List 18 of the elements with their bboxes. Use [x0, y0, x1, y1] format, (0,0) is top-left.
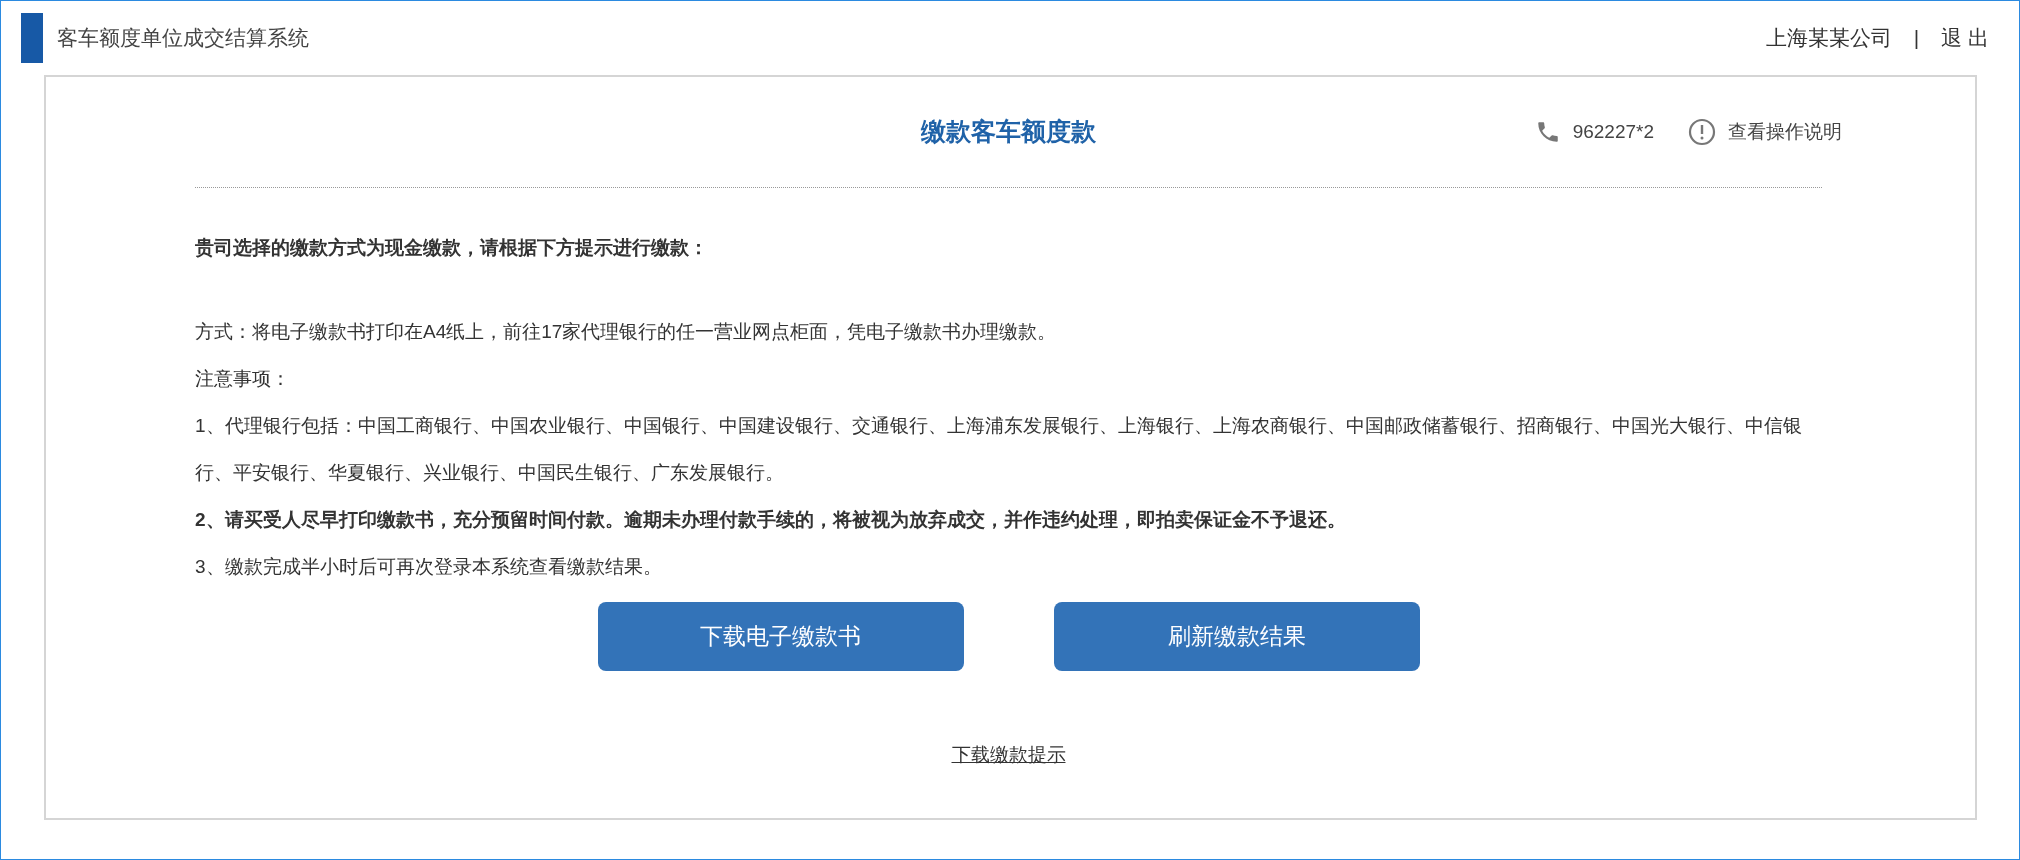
download-payment-slip-button[interactable]: 下载电子缴款书	[597, 601, 964, 671]
payment-method-heading: 贵司选择的缴款方式为现金缴款，请根据下方提示进行缴款：	[195, 236, 709, 260]
page-title: 缴款客车额度款	[921, 116, 1096, 148]
instruction-text: 方式：将电子缴款书打印在A4纸上，前往17家代理银行的任一营业网点柜面，凭电子缴款书办理缴款。	[195, 319, 1058, 344]
warning-notice: 2、请买受人尽早打印缴款书，充分预留时间付款。逾期未办理付款手续的，将被视为放弃成交，并作违约处理，即拍卖保证金不予退还。	[195, 507, 1347, 532]
company-name: 上海某某公司	[1765, 25, 1892, 52]
hotline-number: 962227*2	[1572, 119, 1654, 144]
instruction-text: 注意事项：	[195, 366, 291, 391]
instruction-text: 3、缴款完成半小时后可再次登录本系统查看缴款结果。	[195, 554, 663, 579]
download-tips-link[interactable]: 下载缴款提示	[951, 740, 1066, 769]
refresh-result-button[interactable]: 刷新缴款结果	[1053, 601, 1420, 671]
instruction-text: 1、代理银行包括：中国工商银行、中国农业银行、中国银行、中国建设银行、交通银行、上海浦东发展银行、上海银行、上海农商银行、中国邮政储蓄银行、招商银行、中国光大银行、中信银行、平安银行、华夏银行、兴业银行、中国民生银行、广东发展银行。	[195, 413, 1803, 485]
logout-link[interactable]: 退 出	[1941, 22, 1989, 54]
info-icon	[1688, 118, 1716, 146]
system-title: 客车额度单位成交结算系统	[57, 25, 309, 52]
header-accent-bar	[21, 13, 43, 63]
help-link[interactable]: 查看操作说明	[1728, 117, 1842, 147]
separator: |	[1913, 25, 1920, 52]
